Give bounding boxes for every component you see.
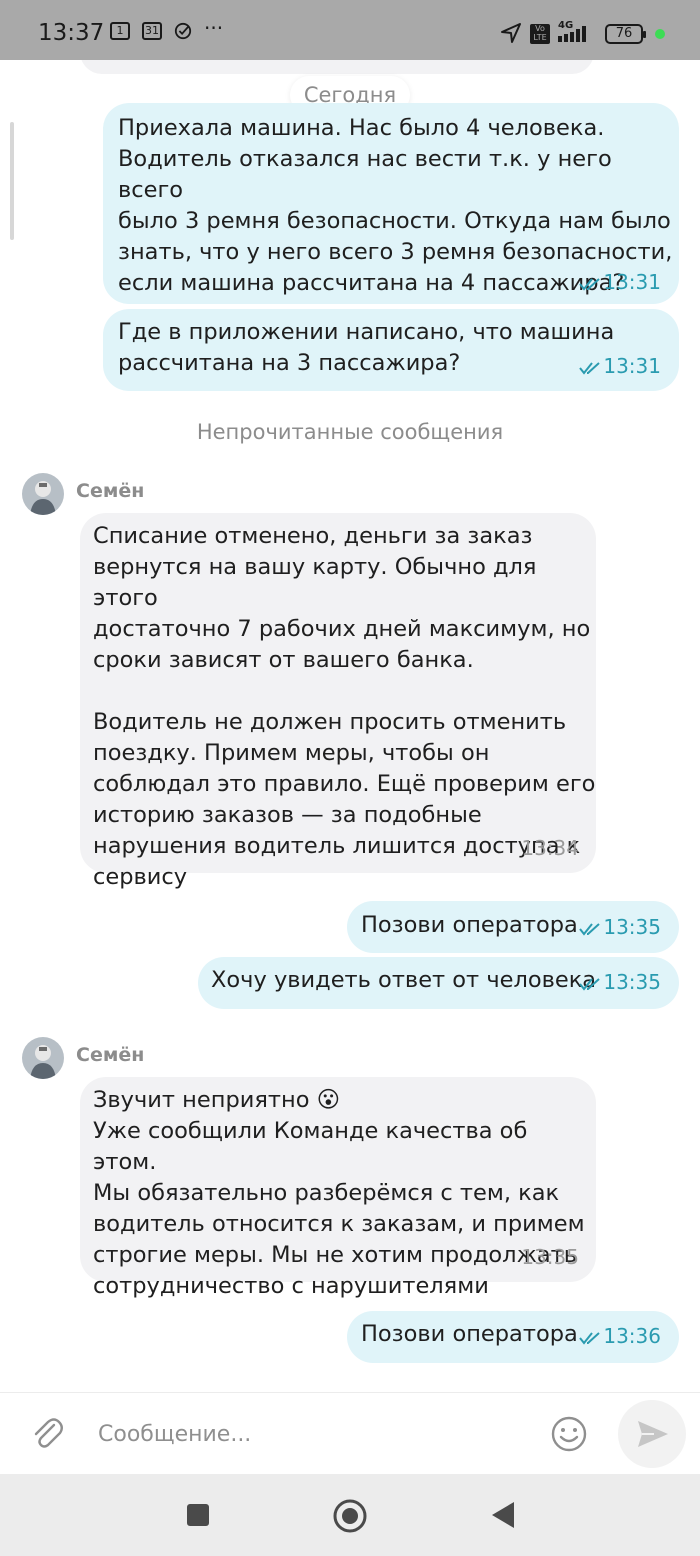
message-bubble-incoming[interactable]: Звучит неприятно 😮 Уже сообщили Команде …	[80, 1077, 596, 1299]
message-time: 13:34	[521, 836, 579, 860]
calendar-icon: 31	[142, 22, 162, 40]
status-bar: 13:37 1 31 ··· Vo LTE 4G 76	[0, 0, 700, 60]
message-bubble-outgoing[interactable]: Приехала машина. Нас было 4 человека. Во…	[103, 103, 679, 304]
paperclip-icon[interactable]	[30, 1415, 66, 1451]
message-time: 13:35	[521, 1245, 579, 1269]
message-time: 13:31	[603, 354, 661, 378]
message-time: 13:35	[603, 970, 661, 994]
message-bubble-outgoing[interactable]: Где в приложении написано, что машина ра…	[103, 309, 679, 391]
more-dots-icon: ···	[204, 16, 224, 40]
message-bubble-outgoing[interactable]: Позови оператора 13:35	[347, 901, 679, 953]
system-navigation-bar	[0, 1474, 700, 1556]
message-text: Хочу увидеть ответ от человека	[211, 967, 597, 993]
home-circle-icon[interactable]	[333, 1499, 367, 1533]
read-checks-icon	[579, 277, 601, 291]
battery-icon: 76	[605, 24, 646, 44]
avatar-image	[22, 1037, 64, 1079]
back-triangle-icon[interactable]	[490, 1500, 516, 1530]
sim-notification-count: 1	[116, 24, 124, 37]
read-checks-icon	[579, 1331, 601, 1345]
read-checks-icon	[579, 977, 601, 991]
message-meta: 13:35	[579, 915, 661, 939]
read-checks-icon	[579, 922, 601, 936]
message-composer	[0, 1392, 700, 1475]
message-bubble-outgoing[interactable]: Хочу увидеть ответ от человека 13:35	[198, 957, 679, 1009]
send-icon	[638, 1421, 668, 1447]
recents-square-icon[interactable]	[187, 1504, 209, 1526]
message-text: Позови оператора	[361, 1321, 578, 1347]
unread-separator: Непрочитанные сообщения	[196, 420, 504, 444]
chat-area[interactable]: Сегодня Приехала машина. Нас было 4 чело…	[0, 60, 700, 1392]
scrollbar[interactable]	[10, 122, 14, 240]
message-meta: 13:31	[579, 270, 661, 294]
smile-icon[interactable]	[550, 1415, 588, 1453]
battery-level: 76	[615, 26, 633, 41]
message-time: 13:36	[603, 1324, 661, 1348]
avatar[interactable]	[22, 1037, 64, 1079]
sender-name: Семён	[76, 480, 145, 502]
message-text: Позови оператора	[361, 912, 578, 938]
previous-message-bubble	[80, 60, 594, 74]
signal-icon	[558, 26, 586, 42]
status-time: 13:37	[38, 20, 105, 46]
message-bubble-incoming[interactable]: Списание отменено, деньги за заказ верну…	[80, 513, 596, 890]
location-arrow-icon	[501, 23, 521, 43]
avatar-image	[22, 473, 64, 515]
message-text: Звучит неприятно 😮 Уже сообщили Команде …	[93, 1087, 585, 1299]
volte-icon: Vo LTE	[530, 24, 550, 44]
message-text: Где в приложении написано, что машина ра…	[118, 319, 615, 376]
message-meta: 13:36	[579, 1324, 661, 1348]
sim-notification-icon: 1	[110, 22, 130, 40]
message-time: 13:31	[603, 270, 661, 294]
message-meta: 13:35	[579, 970, 661, 994]
calendar-day: 31	[145, 24, 159, 37]
sender-name: Семён	[76, 1044, 145, 1066]
privacy-indicator-dot	[655, 29, 665, 39]
check-circle-icon	[174, 22, 192, 40]
message-time: 13:35	[603, 915, 661, 939]
message-bubble-outgoing[interactable]: Позови оператора 13:36	[347, 1311, 679, 1363]
message-meta: 13:31	[579, 354, 661, 378]
read-checks-icon	[579, 361, 601, 375]
avatar[interactable]	[22, 473, 64, 515]
message-input[interactable]	[96, 1413, 530, 1455]
send-button[interactable]	[618, 1400, 686, 1468]
